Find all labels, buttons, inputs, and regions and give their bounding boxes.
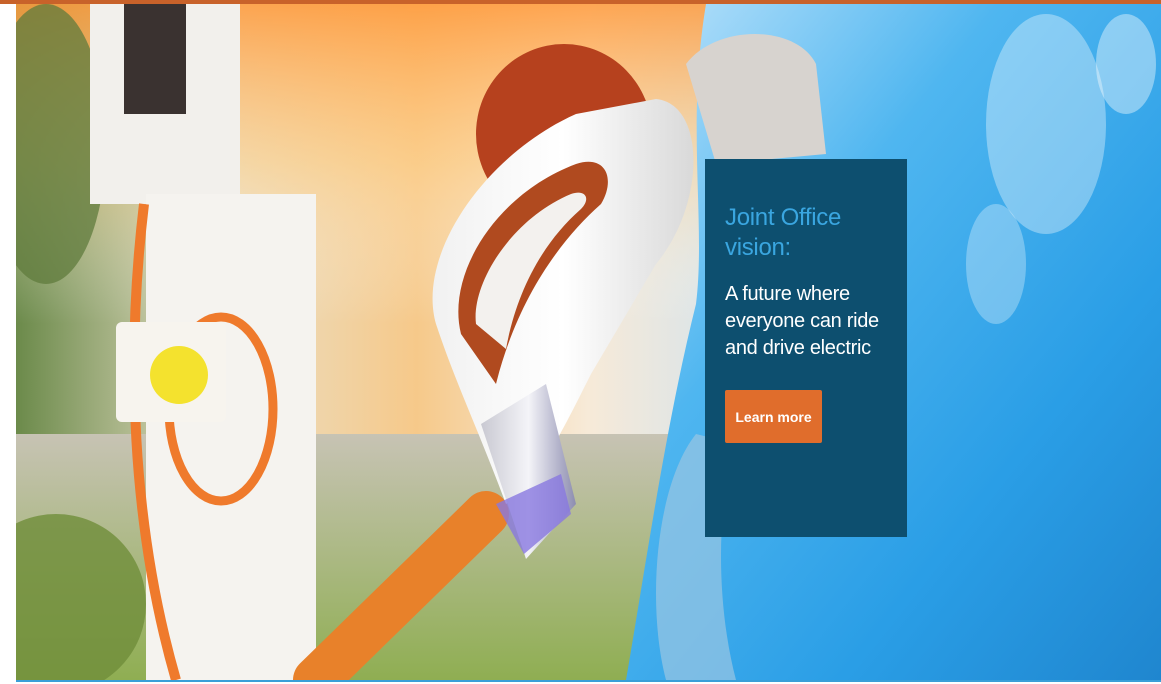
ev-charging-photo-icon <box>16 4 1161 680</box>
panel-tagline: A future where everyone can ride and dri… <box>725 283 879 359</box>
vision-info-panel: Joint Office vision: A future where ever… <box>705 159 907 537</box>
learn-more-button[interactable]: Learn more <box>725 390 822 443</box>
page: Joint Office vision: A future where ever… <box>0 0 1161 684</box>
bottom-divider <box>16 680 1161 682</box>
panel-heading: Joint Office vision: <box>725 204 842 261</box>
hero-banner: Joint Office vision: A future where ever… <box>16 4 1161 680</box>
